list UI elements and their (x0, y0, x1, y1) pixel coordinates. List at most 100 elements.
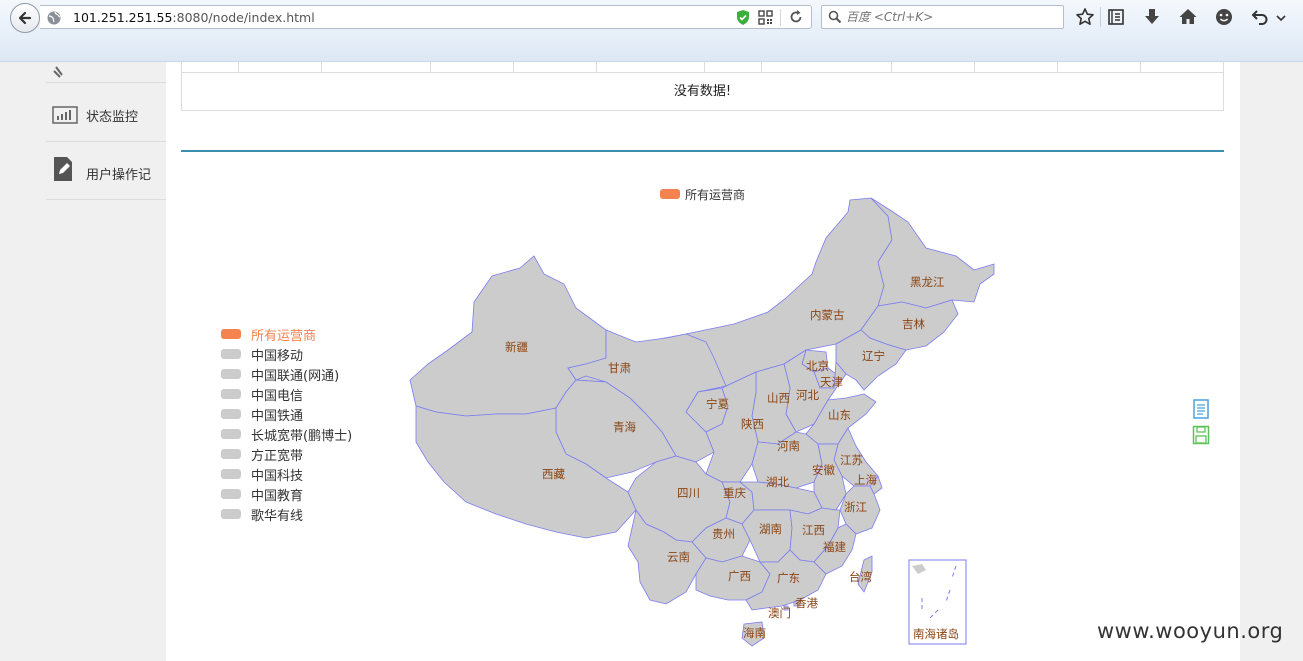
label-jiangxi: 江西 (802, 523, 825, 537)
label-zhejiang: 浙江 (844, 500, 867, 514)
label-hongkong: 香港 (795, 596, 818, 610)
data-view-icon[interactable] (1192, 399, 1210, 419)
search-icon (828, 10, 842, 24)
bar-chart-icon (52, 106, 78, 124)
main-panel: 没有数据! 黑龙江 吉林 辽宁 内蒙古 北京 天津 河北 山西 山东 新疆 甘肃… (166, 62, 1240, 661)
legend-top-label: 所有运营商 (685, 187, 746, 202)
label-chongqing: 重庆 (723, 486, 746, 500)
label-xizang: 西藏 (542, 467, 565, 481)
legend-item-telecom[interactable]: 中国电信 (221, 384, 352, 404)
globe-icon (47, 11, 61, 25)
download-icon[interactable] (1142, 7, 1162, 27)
legend-label: 长城宽带(鹏博士) (251, 428, 353, 444)
search-input[interactable] (846, 8, 1056, 26)
legend-item-tech[interactable]: 中国科技 (221, 464, 352, 484)
map-legend-top[interactable]: 所有运营商 (660, 186, 745, 202)
label-liaoning: 辽宁 (862, 349, 885, 363)
bookmarks-list-icon[interactable] (1106, 7, 1126, 27)
label-anhui: 安徽 (812, 463, 835, 477)
legend-swatch (221, 429, 241, 439)
legend-label: 中国电信 (251, 388, 304, 404)
legend-label: 所有运营商 (251, 328, 317, 344)
legend-swatch (221, 329, 241, 339)
legend-label: 中国教育 (251, 488, 304, 504)
label-fujian: 福建 (823, 540, 846, 554)
url-text: 101.251.251.55:8080/node/index.html (73, 10, 315, 25)
label-jiangsu: 江苏 (840, 453, 863, 467)
label-henan: 河南 (777, 439, 800, 453)
legend-item-tietong[interactable]: 中国铁通 (221, 404, 352, 424)
label-sichuan: 四川 (677, 486, 700, 500)
sidebar-item-partial[interactable] (46, 25, 166, 83)
shield-icon[interactable] (735, 9, 751, 26)
qr-code-icon[interactable] (758, 10, 773, 25)
legend-label: 歌华有线 (251, 508, 304, 524)
legend-swatch (221, 509, 241, 519)
legend-label: 中国科技 (251, 468, 304, 484)
legend-item-gehua[interactable]: 歌华有线 (221, 504, 352, 524)
label-beijing: 北京 (806, 359, 829, 373)
label-taiwan: 台湾 (849, 570, 872, 584)
browser-toolbar: 101.251.251.55:8080/node/index.html (0, 0, 1303, 62)
label-shanghai: 上海 (854, 473, 877, 487)
province-heilongjiang[interactable] (870, 197, 995, 309)
label-neimenggu: 内蒙古 (810, 308, 845, 322)
legend-swatch (221, 409, 241, 419)
url-separator (780, 9, 781, 26)
legend-item-education[interactable]: 中国教育 (221, 484, 352, 504)
legend-swatch (221, 489, 241, 499)
home-icon[interactable] (1178, 7, 1198, 27)
label-nanhai: 南海诸岛 (913, 627, 959, 641)
carrier-legend: 所有运营商 中国移动 中国联通(网通) 中国电信 中国铁通 长城宽带(鹏博士) … (221, 324, 352, 524)
legend-label: 方正宽带 (251, 448, 304, 464)
bookmark-star-icon[interactable] (1075, 7, 1095, 27)
legend-item-all[interactable]: 所有运营商 (221, 324, 352, 344)
watermark: www.wooyun.org (1097, 619, 1284, 643)
legend-item-mobile[interactable]: 中国移动 (221, 344, 352, 364)
tool-icon (53, 66, 63, 78)
legend-label: 中国移动 (251, 348, 304, 364)
sidebar-item-user-operations[interactable]: 用户操作记 (46, 142, 166, 200)
url-host: 101.251.251.55 (73, 10, 173, 25)
back-arrow-icon (18, 11, 32, 25)
legend-item-unicom[interactable]: 中国联通(网通) (221, 364, 352, 384)
label-heilongjiang: 黑龙江 (910, 275, 945, 289)
label-ningxia: 宁夏 (706, 397, 729, 411)
reload-icon[interactable] (788, 9, 804, 25)
legend-swatch (221, 369, 241, 379)
province-hunan[interactable] (741, 509, 793, 563)
search-bar[interactable] (821, 5, 1064, 29)
undo-icon[interactable] (1250, 7, 1270, 27)
legend-swatch (660, 189, 680, 199)
label-qinghai: 青海 (613, 420, 636, 434)
label-gansu: 甘肃 (608, 361, 631, 375)
sidebar: 状态监控 用户操作记 (46, 62, 166, 661)
sidebar-item-status-monitor[interactable]: 状态监控 (46, 84, 166, 142)
label-hunan: 湖南 (759, 522, 782, 536)
label-hebei: 河北 (796, 388, 819, 402)
legend-swatch (221, 389, 241, 399)
sidebar-item-label: 状态监控 (86, 110, 139, 125)
label-jilin: 吉林 (902, 317, 925, 331)
label-shandong: 山东 (828, 408, 851, 422)
legend-swatch (221, 349, 241, 359)
url-path: :8080/node/index.html (172, 10, 315, 25)
label-shanxi: 山西 (767, 391, 790, 405)
label-shaanxi: 陕西 (741, 417, 764, 431)
toolbar-separator (1100, 7, 1101, 27)
save-image-icon[interactable] (1192, 425, 1210, 445)
label-tianjin: 天津 (820, 375, 843, 389)
chevron-down-icon[interactable] (1274, 7, 1288, 27)
legend-swatch (221, 469, 241, 479)
legend-label: 中国联通(网通) (251, 368, 340, 384)
label-yunnan: 云南 (667, 550, 690, 564)
legend-label: 中国铁通 (251, 408, 304, 424)
edit-document-icon (54, 157, 72, 181)
legend-item-founder[interactable]: 方正宽带 (221, 444, 352, 464)
label-guangdong: 广东 (777, 571, 800, 585)
legend-item-great-wall[interactable]: 长城宽带(鹏博士) (221, 424, 352, 444)
chat-smiley-icon[interactable] (1214, 7, 1234, 27)
back-button[interactable] (10, 3, 40, 33)
label-hubei: 湖北 (766, 475, 789, 489)
label-hainan: 海南 (743, 626, 766, 640)
